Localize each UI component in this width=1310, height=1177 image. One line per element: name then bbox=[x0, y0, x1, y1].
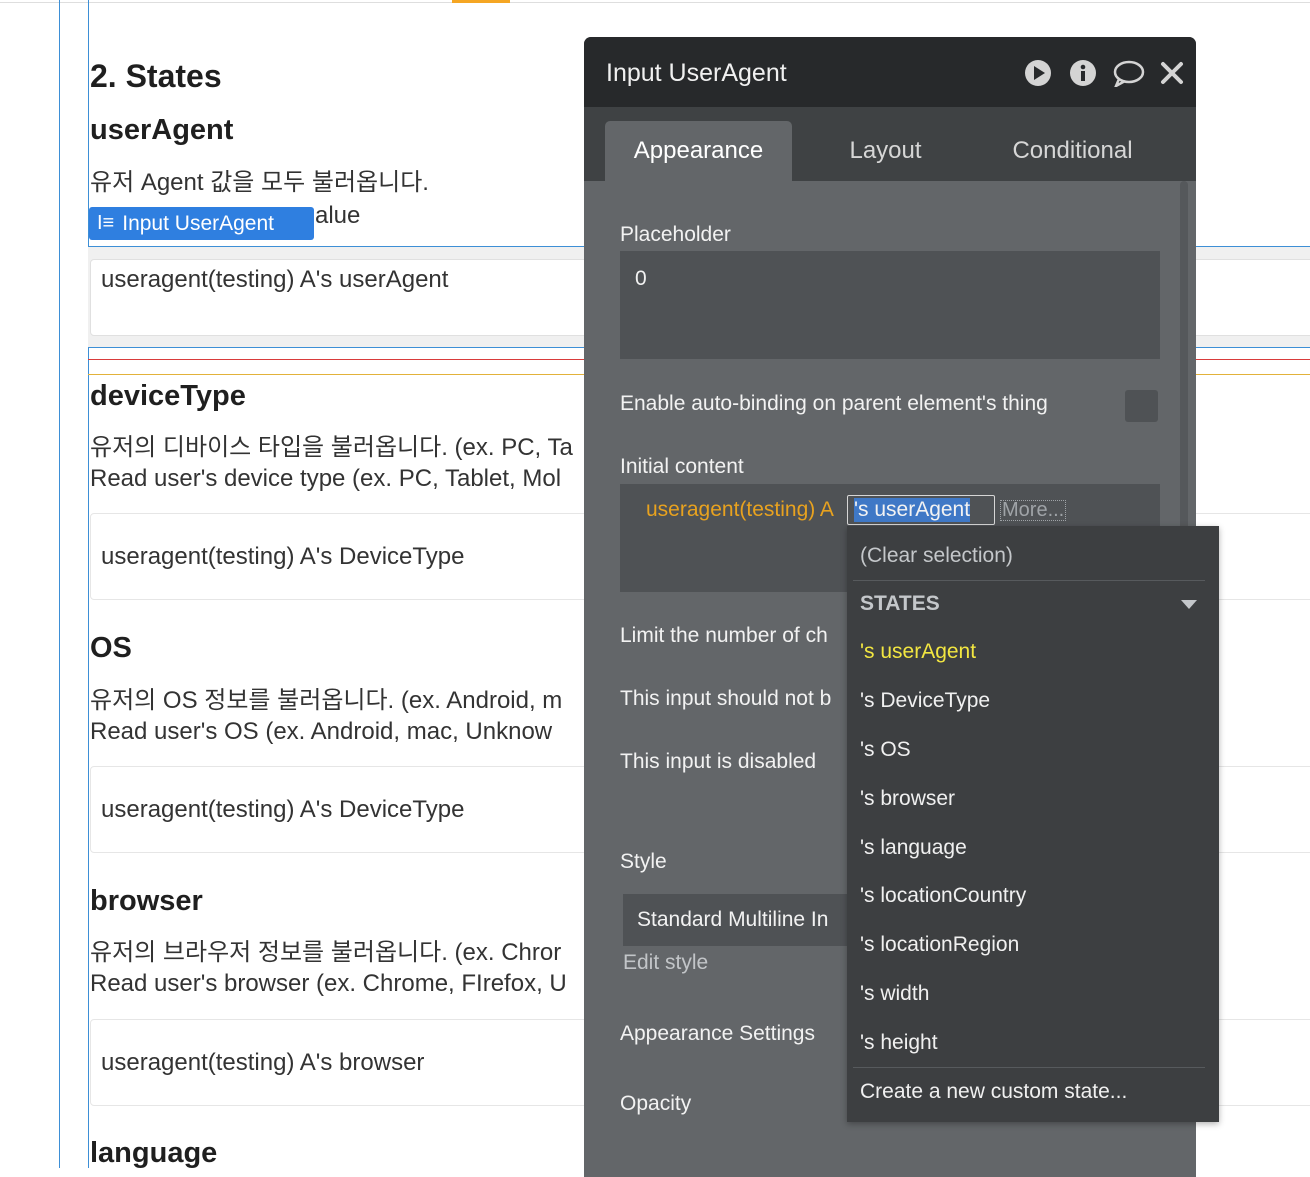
panel-scrollbar[interactable] bbox=[1180, 181, 1188, 571]
tab-layout[interactable]: Layout bbox=[792, 121, 979, 181]
tab-appearance[interactable]: Appearance bbox=[605, 121, 792, 181]
browser-heading[interactable]: browser bbox=[90, 885, 203, 918]
top-ruler-marker bbox=[452, 0, 510, 3]
os-input-value: useragent(testing) A's DeviceType bbox=[101, 796, 465, 823]
disabled-label: This input is disabled bbox=[620, 750, 817, 773]
tab-conditional[interactable]: Conditional bbox=[979, 121, 1166, 181]
comment-icon[interactable] bbox=[1112, 59, 1146, 87]
os-heading[interactable]: OS bbox=[90, 632, 132, 665]
placeholder-value: 0 bbox=[635, 267, 647, 290]
close-icon[interactable] bbox=[1160, 59, 1184, 87]
text-cursor-icon: I≡ bbox=[97, 212, 115, 234]
devicetype-input-value: useragent(testing) A's DeviceType bbox=[101, 543, 465, 570]
appearance-settings-label: Appearance Settings bbox=[620, 1022, 815, 1045]
dropdown-divider bbox=[853, 580, 1205, 581]
autobinding-checkbox[interactable] bbox=[1125, 390, 1158, 422]
top-ruler-line bbox=[0, 2, 1310, 3]
style-value: Standard Multiline In bbox=[637, 908, 829, 931]
expression-operator-selected: 's userAgent bbox=[854, 498, 971, 522]
panel-header: Input UserAgent bbox=[584, 37, 1196, 107]
state-item-os[interactable]: 's OS bbox=[860, 738, 911, 762]
useragent-desc-ko[interactable]: 유저 Agent 값을 모두 불러옵니다. bbox=[90, 162, 429, 197]
os-desc-ko[interactable]: 유저의 OS 정보를 불러옵니다. (ex. Android, m bbox=[90, 680, 562, 715]
group-left-guide bbox=[88, 0, 89, 1168]
edit-style-link[interactable]: Edit style bbox=[623, 951, 708, 975]
useragent-desc-partial[interactable]: alue bbox=[315, 202, 360, 230]
state-item-width[interactable]: 's width bbox=[860, 982, 929, 1006]
devicetype-heading[interactable]: deviceType bbox=[90, 380, 246, 413]
expression-prefix[interactable]: useragent(testing) A bbox=[646, 498, 834, 522]
panel-tabs: Appearance Layout Conditional bbox=[584, 107, 1196, 181]
state-item-language[interactable]: 's language bbox=[860, 836, 967, 860]
style-label: Style bbox=[620, 850, 667, 873]
not-empty-label: This input should not b bbox=[620, 687, 832, 710]
devicetype-desc-ko[interactable]: 유저의 디바이스 타입을 불러옵니다. (ex. PC, Ta bbox=[90, 427, 573, 462]
os-desc-en[interactable]: Read user's OS (ex. Android, mac, Unknow bbox=[90, 718, 552, 746]
panel-title: Input UserAgent bbox=[606, 59, 787, 87]
dropdown-divider bbox=[853, 1067, 1205, 1068]
state-item-devicetype[interactable]: 's DeviceType bbox=[860, 689, 990, 713]
state-item-locationcountry[interactable]: 's locationCountry bbox=[860, 884, 1026, 908]
placeholder-field[interactable]: 0 bbox=[620, 251, 1160, 359]
devicetype-desc-en[interactable]: Read user's device type (ex. PC, Tablet,… bbox=[90, 465, 561, 493]
expression-operator-box[interactable]: 's userAgent bbox=[847, 495, 995, 525]
browser-desc-en[interactable]: Read user's browser (ex. Chrome, FIrefox… bbox=[90, 970, 567, 998]
info-icon[interactable] bbox=[1069, 59, 1097, 87]
opacity-label: Opacity bbox=[620, 1092, 692, 1115]
page-left-guide bbox=[59, 0, 60, 1168]
useragent-input-value: useragent(testing) A's userAgent bbox=[101, 266, 449, 293]
browser-desc-ko[interactable]: 유저의 브라우저 정보를 불러옵니다. (ex. Chror bbox=[90, 932, 561, 967]
state-item-browser[interactable]: 's browser bbox=[860, 787, 955, 811]
states-group-label[interactable]: STATES bbox=[860, 592, 940, 616]
initial-content-label: Initial content bbox=[620, 455, 744, 478]
play-icon[interactable] bbox=[1024, 59, 1052, 87]
create-custom-state-item[interactable]: Create a new custom state... bbox=[860, 1080, 1127, 1104]
element-tag-input-useragent[interactable]: I≡ Input UserAgent bbox=[89, 207, 314, 240]
clear-selection-item[interactable]: (Clear selection) bbox=[860, 544, 1013, 568]
element-tag-label: Input UserAgent bbox=[122, 211, 274, 235]
section-title[interactable]: 2. States bbox=[90, 58, 222, 95]
state-item-height[interactable]: 's height bbox=[860, 1031, 938, 1055]
state-item-locationregion[interactable]: 's locationRegion bbox=[860, 933, 1019, 957]
chevron-down-icon[interactable] bbox=[1181, 600, 1197, 610]
states-dropdown: (Clear selection) STATES 's userAgent 's… bbox=[847, 526, 1219, 1122]
limit-chars-label: Limit the number of ch bbox=[620, 624, 828, 647]
language-heading[interactable]: language bbox=[90, 1137, 217, 1170]
placeholder-label: Placeholder bbox=[620, 223, 731, 246]
more-link[interactable]: More... bbox=[1000, 500, 1067, 521]
autobinding-label: Enable auto-binding on parent element's … bbox=[620, 392, 1048, 415]
browser-input-value: useragent(testing) A's browser bbox=[101, 1049, 425, 1076]
state-item-useragent[interactable]: 's userAgent bbox=[860, 640, 976, 664]
useragent-heading[interactable]: userAgent bbox=[90, 114, 233, 147]
